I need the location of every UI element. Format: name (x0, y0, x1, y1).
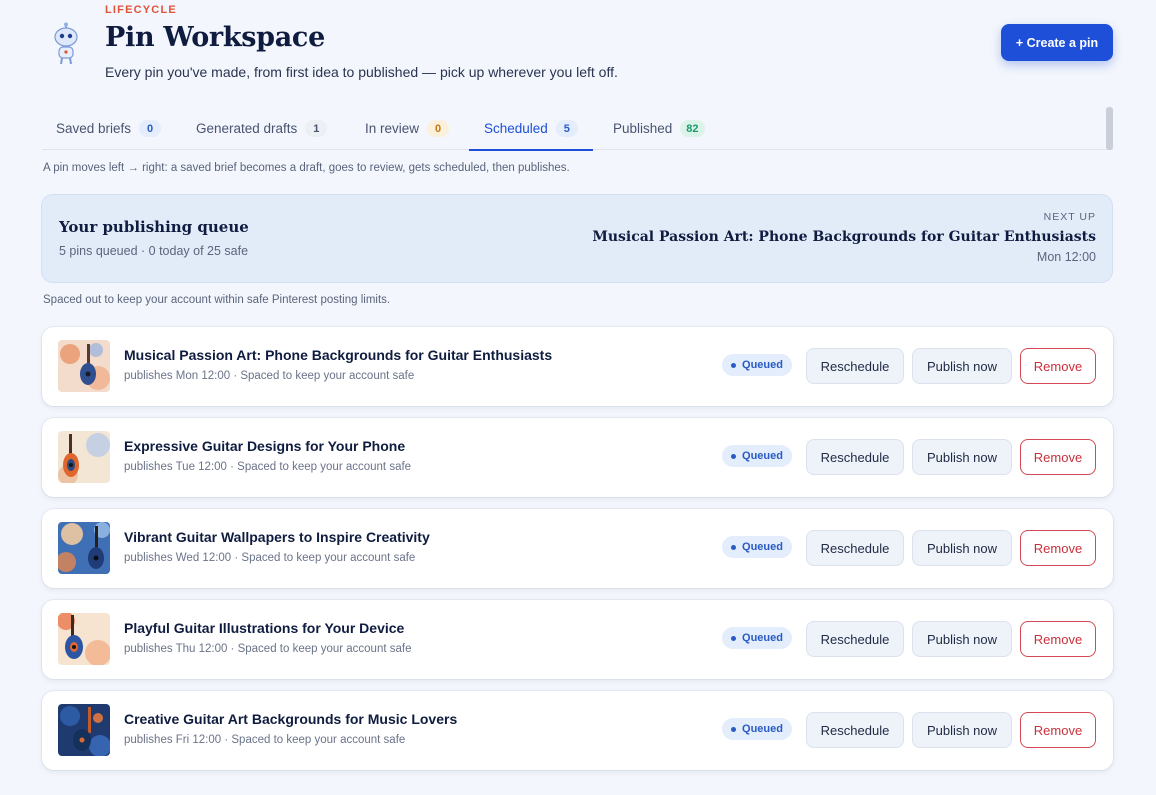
publish-now-button[interactable]: Publish now (912, 530, 1012, 566)
status-dot-icon (731, 544, 737, 550)
next-up-label: NEXT UP (1043, 211, 1096, 223)
tab-label: Published (613, 121, 673, 136)
tab-generated-drafts[interactable]: Generated drafts 1 (196, 107, 328, 150)
tab-label: Scheduled (484, 121, 548, 136)
pin-schedule-meta: publishes Wed 12:00 · Spaced to keep you… (124, 552, 416, 564)
tab-label: Saved briefs (56, 121, 132, 136)
status-dot-icon (731, 635, 737, 641)
status-label: Queued (742, 450, 783, 462)
reschedule-button[interactable]: Reschedule (806, 348, 904, 384)
tab-count-badge: 5 (555, 120, 578, 137)
pin-schedule-meta: publishes Fri 12:00 · Spaced to keep you… (124, 734, 406, 746)
section-eyebrow: LIFECYCLE (105, 4, 177, 16)
robot-mascot-icon (54, 22, 78, 65)
lifecycle-tabs: Saved briefs 0 Generated drafts 1 In rev… (42, 107, 1113, 151)
status-dot-icon (731, 453, 737, 459)
remove-button[interactable]: Remove (1020, 439, 1096, 475)
pin-title: Playful Guitar Illustrations for Your De… (124, 620, 405, 636)
pin-title: Musical Passion Art: Phone Backgrounds f… (124, 347, 553, 363)
scheduled-pin-row: Creative Guitar Art Backgrounds for Musi… (42, 691, 1113, 770)
tab-saved-briefs[interactable]: Saved briefs 0 (56, 107, 162, 150)
scheduled-pin-row: Expressive Guitar Designs for Your Phone… (42, 418, 1113, 497)
tab-count-badge: 1 (305, 120, 328, 137)
pin-thumbnail (58, 704, 110, 756)
tab-count-badge: 82 (680, 120, 705, 137)
pin-title: Vibrant Guitar Wallpapers to Inspire Cre… (124, 529, 430, 545)
status-badge: Queued (722, 718, 792, 740)
pin-schedule-meta: publishes Thu 12:00 · Spaced to keep you… (124, 643, 412, 655)
status-dot-icon (731, 726, 737, 732)
status-badge: Queued (722, 627, 792, 649)
status-label: Queued (742, 723, 783, 735)
publish-now-button[interactable]: Publish now (912, 621, 1012, 657)
queue-title: Your publishing queue (59, 218, 249, 236)
publish-now-button[interactable]: Publish now (912, 712, 1012, 748)
pin-thumbnail (58, 613, 110, 665)
spacing-note: Spaced out to keep your account within s… (43, 294, 391, 306)
publish-now-button[interactable]: Publish now (912, 439, 1012, 475)
status-label: Queued (742, 541, 783, 553)
scheduled-pin-row: Musical Passion Art: Phone Backgrounds f… (42, 327, 1113, 406)
pin-thumbnail (58, 431, 110, 483)
tab-published[interactable]: Published 82 (613, 107, 705, 150)
tab-label: Generated drafts (196, 121, 298, 136)
tab-label: In review (365, 121, 420, 136)
tab-in-review[interactable]: In review 0 (365, 107, 450, 150)
pin-thumbnail (58, 340, 110, 392)
lifecycle-hint: A pin moves left → right: a saved brief … (43, 162, 570, 174)
remove-button[interactable]: Remove (1020, 530, 1096, 566)
next-up-time: Mon 12:00 (1036, 250, 1096, 264)
status-dot-icon (731, 362, 737, 368)
reschedule-button[interactable]: Reschedule (806, 712, 904, 748)
next-up-title: Musical Passion Art: Phone Backgrounds f… (592, 229, 1096, 245)
status-badge: Queued (722, 445, 792, 467)
status-label: Queued (742, 359, 783, 371)
scheduled-pin-row: Vibrant Guitar Wallpapers to Inspire Cre… (42, 509, 1113, 588)
tab-count-badge: 0 (427, 120, 450, 137)
page-subtitle: Every pin you've made, from first idea t… (105, 64, 618, 80)
publish-now-button[interactable]: Publish now (912, 348, 1012, 384)
reschedule-button[interactable]: Reschedule (806, 621, 904, 657)
pin-schedule-meta: publishes Tue 12:00 · Spaced to keep you… (124, 461, 412, 473)
reschedule-button[interactable]: Reschedule (806, 439, 904, 475)
pin-title: Creative Guitar Art Backgrounds for Musi… (124, 711, 458, 727)
status-label: Queued (742, 632, 783, 644)
create-pin-button[interactable]: + Create a pin (1001, 24, 1113, 61)
reschedule-button[interactable]: Reschedule (806, 530, 904, 566)
remove-button[interactable]: Remove (1020, 348, 1096, 384)
remove-button[interactable]: Remove (1020, 621, 1096, 657)
pin-thumbnail (58, 522, 110, 574)
tab-count-badge: 0 (139, 120, 162, 137)
tabs-scrollbar[interactable] (1106, 107, 1113, 150)
publishing-queue-card: Your publishing queue 5 pins queued · 0 … (41, 194, 1113, 283)
status-badge: Queued (722, 536, 792, 558)
tab-scheduled[interactable]: Scheduled 5 (469, 107, 593, 151)
remove-button[interactable]: Remove (1020, 712, 1096, 748)
pin-schedule-meta: publishes Mon 12:00 · Spaced to keep you… (124, 370, 415, 382)
page-title: Pin Workspace (105, 22, 325, 53)
scheduled-pin-row: Playful Guitar Illustrations for Your De… (42, 600, 1113, 679)
pin-title: Expressive Guitar Designs for Your Phone (124, 438, 406, 454)
queue-stats: 5 pins queued · 0 today of 25 safe (59, 244, 249, 258)
status-badge: Queued (722, 354, 792, 376)
